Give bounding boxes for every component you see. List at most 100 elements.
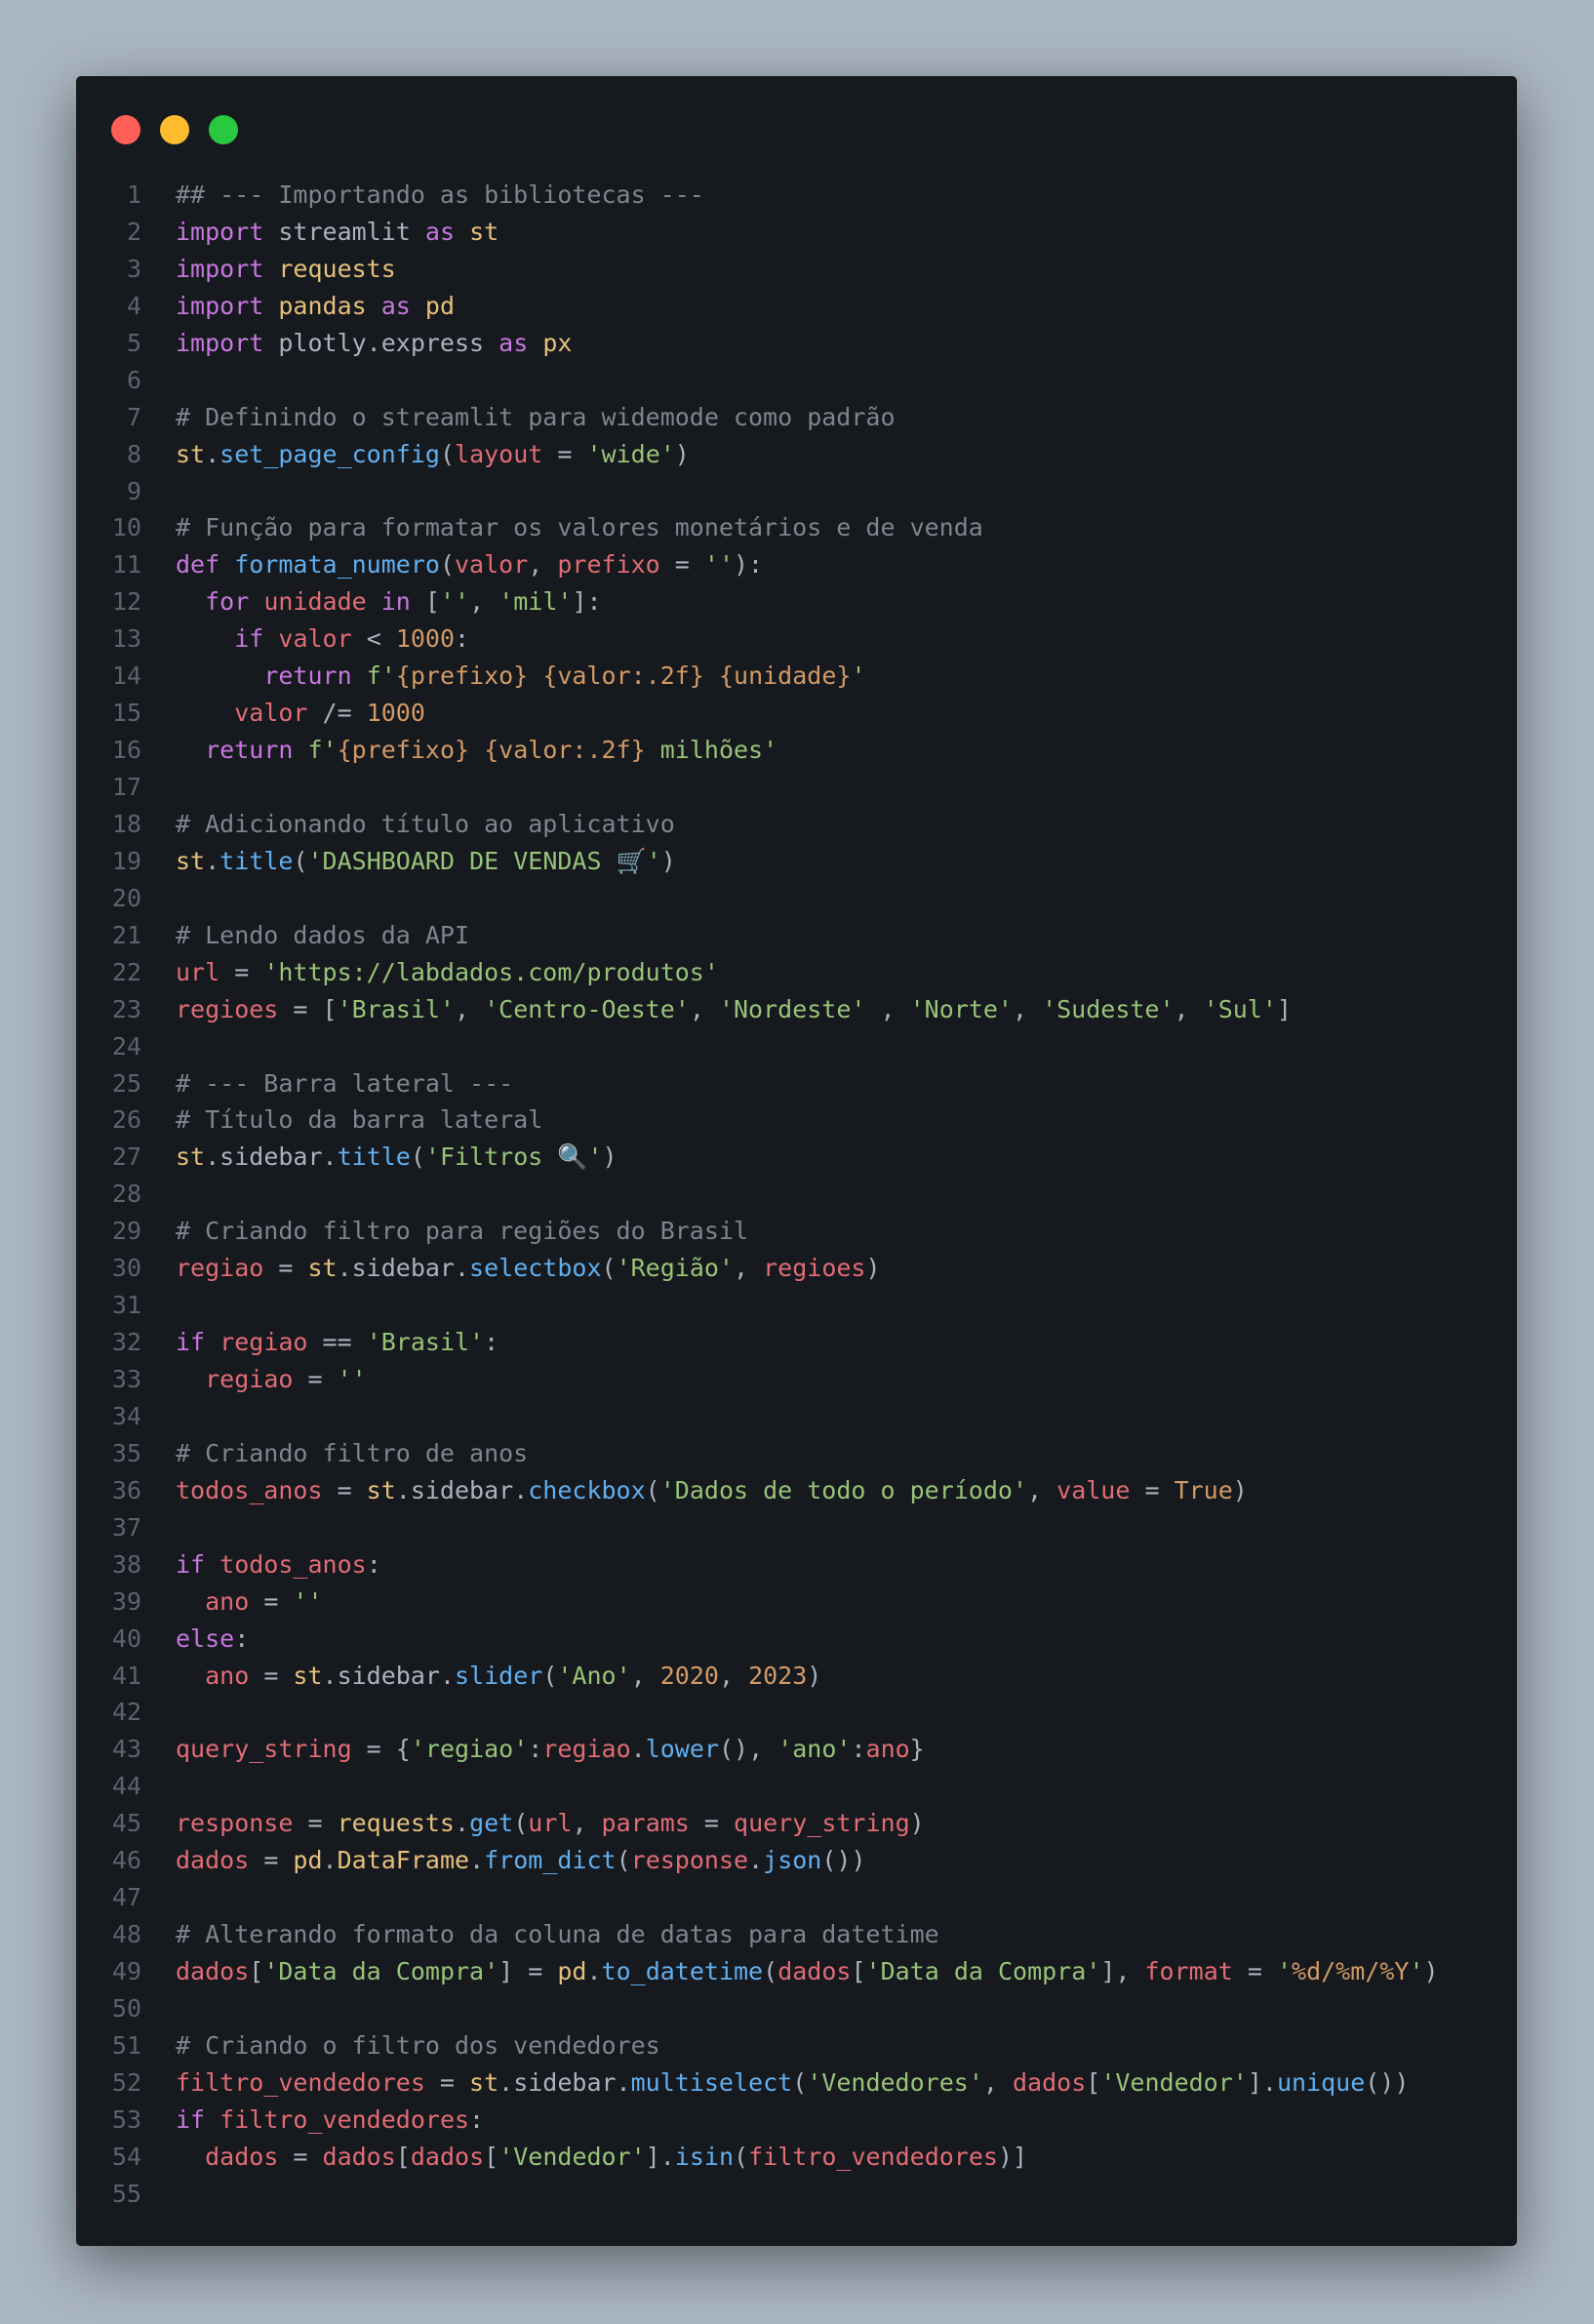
code-token: ) [660, 846, 676, 875]
code-line: 36 todos_anos = st.sidebar.checkbox('Dado… [76, 1472, 1517, 1509]
code-line: 34 [76, 1398, 1517, 1435]
maximize-dot[interactable] [209, 115, 238, 144]
line-number: 12 [111, 587, 141, 617]
code-token: ) [1232, 1475, 1248, 1504]
code-line: 7 # Definindo o streamlit para widemode c… [76, 399, 1517, 436]
code-token: regiao [205, 1365, 294, 1393]
code-token: ( [601, 1254, 617, 1283]
code-token: {unidade} [718, 661, 852, 691]
code-text: import streamlit as st [176, 214, 498, 251]
code-token: , [734, 1254, 764, 1283]
code-token: else [176, 1623, 235, 1653]
line-number: 50 [111, 1993, 141, 2023]
code-token: f' [366, 661, 396, 691]
code-token: 1000 [366, 699, 425, 728]
code-token: , [528, 550, 558, 580]
line-number: 49 [111, 1957, 141, 1985]
code-token: = { [351, 1735, 411, 1764]
code-token: regioes [763, 1254, 866, 1283]
code-token: '' [293, 1586, 323, 1616]
code-line: 37 [76, 1509, 1517, 1546]
code-token: 'Centro-Oeste' [484, 994, 690, 1023]
code-token: 'Data da Compra' [263, 1957, 499, 1985]
code-token: . [205, 439, 220, 468]
code-token: slider [455, 1661, 543, 1690]
code-token: 'https://labdados.com/produtos' [263, 957, 719, 986]
code-token: , [469, 587, 499, 617]
close-dot[interactable] [111, 115, 140, 144]
code-token: = [293, 1809, 338, 1838]
code-block: 1 ## --- Importando as bibliotecas --- 2 im… [76, 177, 1517, 2213]
code-line: 25 # --- Barra lateral --- [76, 1065, 1517, 1102]
code-token: ] = [498, 1957, 558, 1985]
code-token: 2020 [659, 1661, 719, 1690]
code-token: ( [439, 550, 455, 580]
line-number: 18 [111, 809, 141, 838]
code-token: 'Norte' [909, 994, 1013, 1023]
code-window: 1 ## --- Importando as bibliotecas --- 2 im… [76, 76, 1517, 2246]
code-token: st [176, 439, 206, 468]
code-token: , [572, 1809, 602, 1838]
code-token: requests [278, 254, 396, 283]
code-token: st [176, 1142, 206, 1172]
code-line: 2 import streamlit as st [76, 214, 1517, 251]
code-token: {valor:.2f} [484, 736, 646, 765]
code-line: 44 [76, 1768, 1517, 1805]
code-token: [ [395, 2142, 411, 2171]
minimize-dot[interactable] [160, 115, 189, 144]
code-token: ano [865, 1735, 910, 1764]
code-token: # Função para formatar os valores monetá… [176, 513, 983, 542]
code-token: get [469, 1809, 514, 1838]
code-token: json [763, 1846, 822, 1875]
code-token: ( [734, 2142, 749, 2171]
line-number: 36 [111, 1475, 141, 1504]
line-number: 27 [111, 1142, 141, 1172]
code-token: 'Vendedor' [1100, 2067, 1248, 2097]
code-line: 38 if todos_anos: [76, 1546, 1517, 1583]
line-number: 31 [111, 1291, 141, 1320]
code-line: 31 [76, 1287, 1517, 1324]
code-token: requests [337, 1809, 455, 1838]
code-token: = [219, 957, 264, 986]
code-text: # Definindo o streamlit para widemode co… [176, 399, 896, 436]
code-line: 13 if valor < 1000: [76, 621, 1517, 658]
window-controls [111, 115, 238, 144]
code-token: filtro_vendedores [219, 2104, 470, 2134]
code-token: DataFrame [337, 1846, 470, 1875]
code-token: regiao [542, 1735, 631, 1764]
code-token: , [982, 2067, 1013, 2097]
code-token: title [219, 846, 294, 875]
code-text: response = requests.get(url, params = qu… [176, 1805, 925, 1842]
code-token: query_string [734, 1809, 910, 1838]
code-text: if regiao == 'Brasil': [176, 1324, 498, 1361]
code-line: 35 # Criando filtro de anos [76, 1435, 1517, 1472]
code-token: lower [645, 1735, 719, 1764]
code-token: plotly.express [263, 328, 499, 357]
code-token: {valor:.2f} [542, 661, 704, 691]
code-token: ( [616, 1846, 631, 1875]
line-number: 40 [111, 1623, 141, 1653]
code-text: if todos_anos: [176, 1546, 381, 1583]
code-token: = [249, 1846, 294, 1875]
code-token: if [234, 624, 264, 654]
code-token: layout [455, 439, 543, 468]
code-text: return f'{prefixo} {valor:.2f} {unidade}… [176, 658, 865, 695]
code-token: st [366, 1475, 396, 1504]
line-number: 25 [111, 1068, 141, 1098]
code-line: 3 import requests [76, 251, 1517, 288]
code-token: from_dict [484, 1846, 617, 1875]
code-token: dados [176, 1957, 250, 1985]
line-number: 35 [111, 1438, 141, 1467]
code-token: < [351, 624, 396, 654]
code-token: 'wide' [586, 439, 675, 468]
line-number: 42 [111, 1698, 141, 1727]
code-line: 29 # Criando filtro para regiões do Brasi… [76, 1213, 1517, 1250]
code-token: title [337, 1142, 411, 1172]
line-number: 45 [111, 1809, 141, 1838]
code-token: import [176, 217, 264, 246]
code-token: f' [307, 736, 338, 765]
